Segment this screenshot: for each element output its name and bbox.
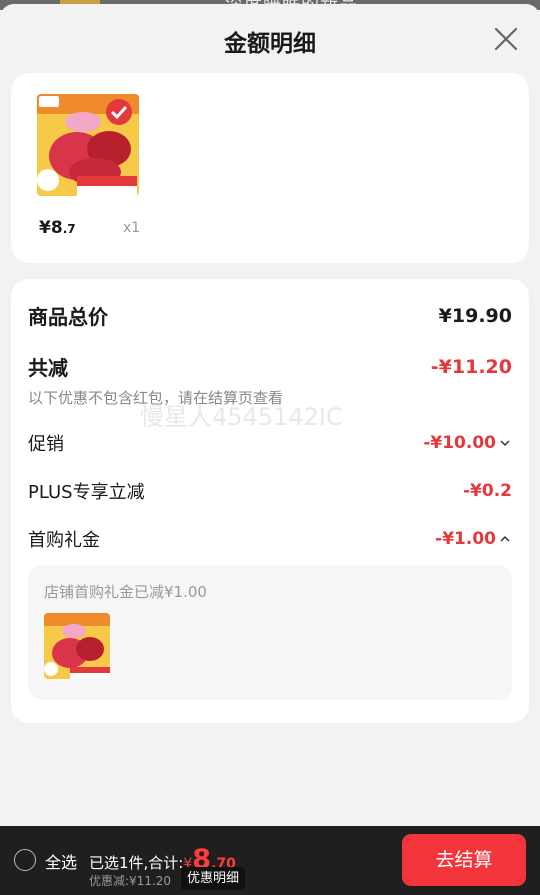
first-purchase-value: -¥1.00	[435, 529, 496, 549]
product-price: ¥8.7	[39, 218, 76, 238]
first-purchase-row[interactable]: 首购礼金 -¥1.00	[28, 526, 512, 552]
watermark-text: 慢星人4545142IC	[140, 403, 343, 431]
total-price-row: 商品总价 ¥19.90	[28, 301, 512, 330]
promo-value: -¥10.00	[423, 433, 496, 453]
product-image-icon	[44, 613, 110, 679]
product-image-icon	[37, 94, 139, 196]
price-breakdown-card: 商品总价 ¥19.90 共减 -¥11.20 以下优惠不包含红包，请在结算页查看…	[11, 279, 529, 723]
select-all-radio[interactable]	[14, 849, 36, 871]
discount-detail-button[interactable]: 优惠明细	[181, 867, 246, 890]
checkout-button[interactable]: 去结算	[402, 834, 526, 886]
product-card: ¥8.7 x1	[11, 73, 529, 263]
total-reduce-row: 共减 -¥11.20	[28, 352, 512, 381]
total-price-label: 商品总价	[28, 305, 108, 329]
promo-value-wrap: -¥10.00	[423, 433, 512, 453]
selected-count-text: 已选1件,合计:	[89, 854, 184, 872]
plus-discount-value: -¥0.2	[463, 481, 512, 501]
chevron-up-icon[interactable]	[498, 532, 512, 546]
first-purchase-detail-title: 店铺首购礼金已减¥1.00	[44, 583, 207, 601]
bottom-checkout-bar: 全选 已选1件,合计:¥8.70 优惠减:¥11.20 优惠明细 去结算	[0, 826, 540, 895]
close-icon[interactable]	[491, 24, 521, 54]
first-purchase-detail-box: 店铺首购礼金已减¥1.00	[28, 565, 512, 700]
product-price-dec: .7	[62, 222, 76, 236]
amount-detail-sheet: 金额明细 ¥8.7 x1 商品总价 ¥19.90 共减 -¥11.20 以下优惠…	[0, 4, 540, 826]
select-all-label[interactable]: 全选	[45, 849, 77, 873]
product-price-int: 8	[50, 218, 63, 238]
sheet-title: 金额明细	[224, 31, 316, 57]
first-purchase-value-wrap: -¥1.00	[435, 529, 512, 549]
first-purchase-label: 首购礼金	[28, 530, 100, 551]
promo-label: 促销	[28, 434, 64, 455]
discount-summary: 优惠减:¥11.20	[89, 874, 172, 888]
product-price-symbol: ¥	[39, 218, 51, 238]
promo-row[interactable]: 促销 -¥10.00	[28, 430, 512, 456]
product-quantity: x1	[123, 220, 141, 236]
product-thumbnail[interactable]	[37, 94, 139, 196]
plus-discount-row: PLUS专享立减 -¥0.2	[28, 478, 512, 504]
first-purchase-product-thumbnail[interactable]	[44, 613, 110, 679]
total-price-value: ¥19.90	[438, 304, 512, 327]
chevron-down-icon[interactable]	[498, 436, 512, 450]
total-reduce-value: -¥11.20	[430, 355, 512, 378]
total-reduce-label: 共减	[28, 356, 68, 380]
plus-discount-label: PLUS专享立减	[28, 482, 145, 503]
